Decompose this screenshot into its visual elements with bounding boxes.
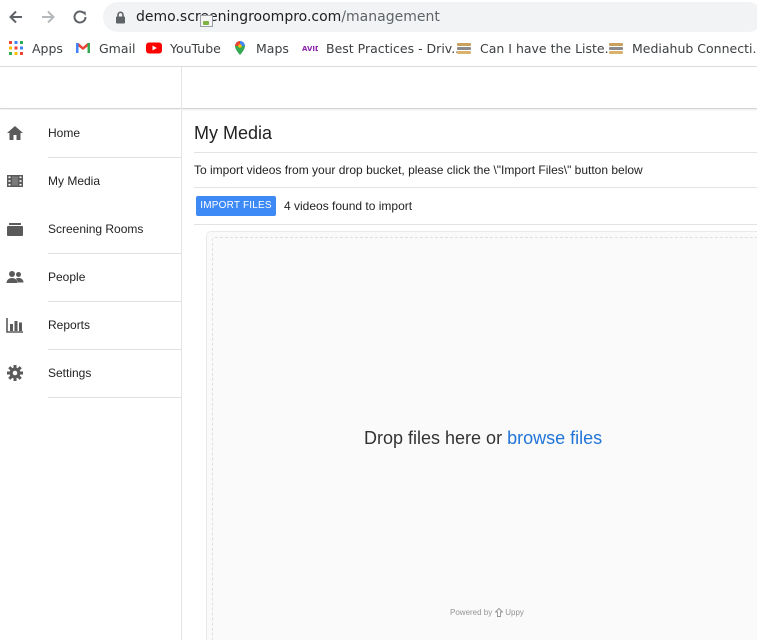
page-title: My Media <box>194 123 273 143</box>
sidebar: Home My Media Screening Rooms People Rep… <box>0 110 182 640</box>
sidebar-item-settings[interactable]: Settings <box>0 350 181 398</box>
arrow-left-icon <box>9 10 22 24</box>
bookmark-label: Apps <box>32 40 63 56</box>
arrow-right-icon <box>42 10 55 24</box>
reload-icon <box>73 10 87 24</box>
bookmark-mediahub[interactable]: Mediahub Connecti... <box>608 39 757 57</box>
bookmark-label: Can I have the Liste... <box>480 40 617 56</box>
bookmark-best-practices[interactable]: AVID Best Practices - Driv... <box>302 39 463 57</box>
sidebar-item-reports[interactable]: Reports <box>0 302 181 350</box>
youtube-icon <box>146 42 162 54</box>
url-path: /management <box>341 9 440 25</box>
import-files-button[interactable]: IMPORT FILES <box>196 196 276 216</box>
sidebar-item-screening-rooms[interactable]: Screening Rooms <box>0 206 181 254</box>
sidebar-item-home[interactable]: Home <box>0 110 181 158</box>
bookmark-label: Best Practices - Driv... <box>326 40 464 56</box>
avid-icon: AVID <box>302 45 318 53</box>
bookmark-youtube[interactable]: YouTube <box>146 39 221 57</box>
powered-by: Powered by Uppy <box>450 608 524 617</box>
back-button[interactable] <box>5 6 27 28</box>
lock-icon <box>116 11 125 24</box>
bookmark-apps[interactable]: Apps <box>8 39 63 57</box>
stack-icon <box>457 43 471 54</box>
uppy-brand: Uppy <box>505 608 524 617</box>
drop-zone-text: Drop files here or browse files <box>364 428 602 449</box>
film-icon <box>7 175 23 187</box>
url-host: demo.screeningroompro.com <box>136 9 342 25</box>
divider <box>194 187 757 188</box>
bookmark-listening[interactable]: Can I have the Liste... <box>456 39 617 57</box>
browser-toolbar: demo.screeningroompro.com/management <box>0 0 757 34</box>
app-header <box>0 67 757 109</box>
bookmark-label: Gmail <box>99 40 136 56</box>
gmail-icon <box>76 43 90 53</box>
reload-button[interactable] <box>69 6 91 28</box>
sidebar-item-label: My Media <box>48 174 101 188</box>
divider <box>48 397 181 398</box>
divider <box>194 224 757 225</box>
import-instructions: To import videos from your drop bucket, … <box>194 163 643 177</box>
sidebar-item-label: Screening Rooms <box>48 222 144 236</box>
bookmark-gmail[interactable]: Gmail <box>75 39 135 57</box>
url-text: demo.screeningroompro.com/management <box>136 9 440 25</box>
videos-found-text: 4 videos found to import <box>284 199 413 213</box>
bar-chart-icon <box>6 318 23 333</box>
sidebar-item-my-media[interactable]: My Media <box>0 158 181 206</box>
maps-icon <box>235 41 245 55</box>
home-icon <box>7 126 23 140</box>
header-separator <box>181 67 182 109</box>
powered-by-label: Powered by <box>450 608 493 617</box>
uppy-logo-icon <box>495 608 504 617</box>
sidebar-item-label: Reports <box>48 318 91 332</box>
sidebar-item-label: Home <box>48 126 81 140</box>
divider <box>194 152 757 153</box>
sidebar-item-label: People <box>48 270 86 284</box>
apps-grid-icon <box>9 41 23 55</box>
bookmark-maps[interactable]: Maps <box>232 39 289 57</box>
bookmark-label: Mediahub Connecti... <box>632 40 757 56</box>
browse-files-link[interactable]: browse files <box>507 428 602 448</box>
bookmarks-bar: Apps Gmail YouTube Maps AVID Best Practi… <box>0 34 757 62</box>
sidebar-item-people[interactable]: People <box>0 254 181 302</box>
svg-text:AVID: AVID <box>302 45 318 53</box>
sidebar-item-label: Settings <box>48 366 92 380</box>
gear-icon <box>7 365 23 381</box>
bookmark-label: YouTube <box>170 40 221 56</box>
folder-icon <box>7 223 23 236</box>
people-icon <box>6 271 24 283</box>
drop-text: Drop files here or <box>364 428 503 448</box>
stack-icon <box>609 43 623 54</box>
bookmark-label: Maps <box>256 40 289 56</box>
broken-logo-image <box>200 15 213 27</box>
forward-button[interactable] <box>37 6 59 28</box>
